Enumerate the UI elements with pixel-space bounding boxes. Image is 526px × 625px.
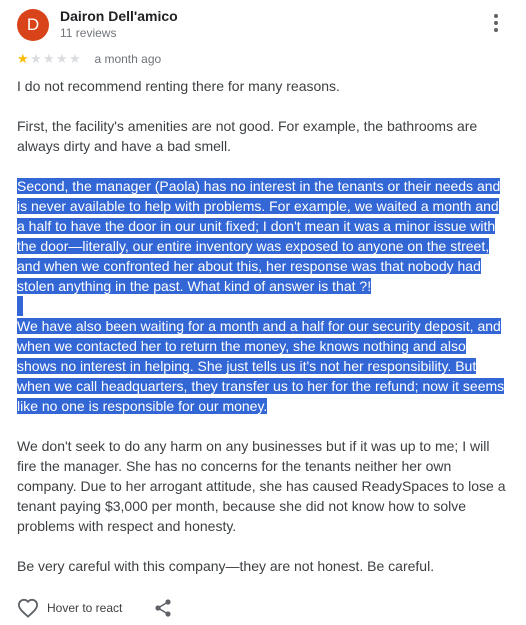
share-icon-glyph	[155, 599, 171, 617]
review-count[interactable]: 11 reviews	[60, 26, 116, 40]
review-paragraph: First, the facility's amenities are not …	[17, 118, 478, 154]
star-empty-icon: ★	[43, 50, 55, 66]
more-dot	[494, 21, 498, 25]
avatar-initial: D	[26, 15, 40, 34]
star-empty-icon: ★	[30, 50, 42, 66]
share-icon[interactable]	[153, 598, 173, 618]
review-paragraph: We don't seek to do any harm on any busi…	[17, 438, 506, 534]
avatar[interactable]: D	[17, 9, 49, 41]
more-dot	[494, 28, 498, 32]
review-actions: Hover to react	[17, 596, 217, 620]
rating-row: ★★★★★ a month ago	[17, 50, 161, 66]
star-empty-icon: ★	[56, 50, 68, 66]
selection-gap	[17, 296, 23, 316]
more-dot	[494, 14, 498, 18]
more-vert-icon[interactable]	[489, 12, 503, 34]
review-text: I do not recommend renting there for man…	[17, 76, 509, 576]
review-time: a month ago	[94, 51, 162, 66]
review-paragraph: I do not recommend renting there for man…	[17, 78, 340, 94]
star-rating: ★★★★★	[17, 50, 82, 66]
heart-outline-icon	[17, 598, 39, 618]
review-card: D Dairon Dell'amico 11 reviews ★★★★★ a m…	[0, 0, 526, 625]
star-empty-icon: ★	[69, 50, 81, 66]
review-paragraph: Be very careful with this company—they a…	[17, 558, 435, 574]
author-name[interactable]: Dairon Dell'amico	[60, 8, 178, 24]
selected-text: We have also been waiting for a month an…	[17, 318, 505, 414]
react-label: Hover to react	[47, 601, 123, 615]
review-header: D Dairon Dell'amico 11 reviews	[17, 8, 517, 42]
star-filled-icon: ★	[17, 50, 29, 66]
review-paragraph-selected: We have also been waiting for a month an…	[17, 316, 509, 416]
review-paragraph-selected: Second, the manager (Paola) has no inter…	[17, 176, 509, 296]
selected-text: Second, the manager (Paola) has no inter…	[17, 178, 501, 294]
